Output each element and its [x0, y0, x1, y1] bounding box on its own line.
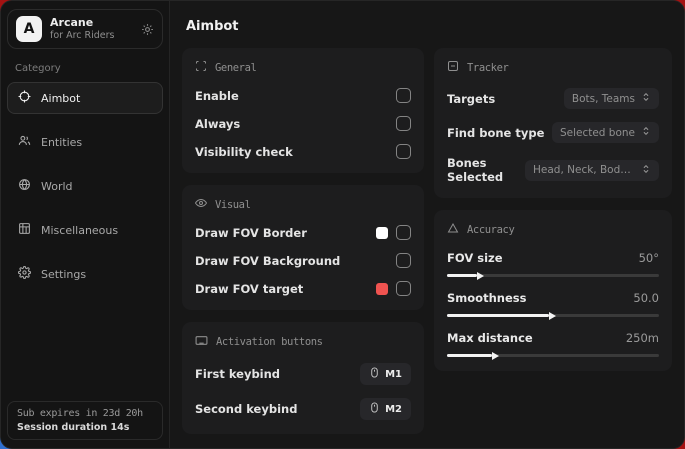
- bones-selected-select[interactable]: Head, Neck, Body, Fe...: [525, 160, 659, 181]
- color-swatch[interactable]: [376, 227, 388, 239]
- always-checkbox[interactable]: [396, 116, 411, 131]
- session-duration-text: Session duration 14s: [17, 422, 153, 433]
- setting-row-max-distance: Max distance 250m: [447, 331, 659, 357]
- brand-text: Arcane for Arc Riders: [50, 16, 133, 42]
- select-value: Head, Neck, Body, Fe...: [533, 164, 635, 176]
- main-content: Aimbot General Enable: [170, 1, 684, 448]
- sidebar-item-aimbot[interactable]: Aimbot: [7, 82, 163, 114]
- keybind-value: M1: [385, 369, 402, 380]
- sub-expiry-text: Sub expires in 23d 20h: [17, 408, 153, 419]
- tracker-card: Tracker Targets Bots, Teams: [434, 48, 672, 198]
- find-bone-type-select[interactable]: Selected bone: [552, 122, 659, 143]
- sidebar-item-label: Settings: [41, 268, 86, 281]
- fov-border-checkbox[interactable]: [396, 225, 411, 240]
- sidebar-item-label: Miscellaneous: [41, 224, 118, 237]
- settings-gear-icon: [18, 266, 31, 282]
- brand-subtitle: for Arc Riders: [50, 30, 133, 42]
- sidebar-item-world[interactable]: World: [7, 170, 163, 202]
- card-title: General: [215, 62, 256, 74]
- targets-select[interactable]: Bots, Teams: [564, 88, 659, 109]
- sidebar: A Arcane for Arc Riders Category Aimbot: [1, 1, 170, 448]
- setting-row-bones-selected: Bones Selected Head, Neck, Body, Fe...: [447, 156, 659, 184]
- category-label: Category: [15, 63, 155, 74]
- visual-card: Visual Draw FOV Border Draw FOV Backgrou…: [182, 185, 424, 310]
- select-value: Bots, Teams: [572, 93, 635, 105]
- sidebar-item-label: Aimbot: [41, 92, 80, 105]
- grid-icon: [18, 222, 31, 238]
- chevrons-up-down-icon: [641, 92, 651, 105]
- keyboard-icon: [195, 334, 208, 350]
- max-distance-slider[interactable]: [447, 354, 659, 357]
- entities-icon: [18, 134, 31, 150]
- chevrons-up-down-icon: [641, 164, 651, 177]
- first-keybind-button[interactable]: M1: [360, 363, 411, 385]
- setting-row-smoothness: Smoothness 50.0: [447, 291, 659, 317]
- frame-minus-icon: [447, 60, 459, 75]
- globe-icon: [18, 178, 31, 194]
- eye-icon: [195, 197, 207, 212]
- chevrons-up-down-icon: [641, 126, 651, 139]
- page-title: Aimbot: [186, 19, 672, 34]
- setting-row-always: Always: [195, 116, 411, 131]
- setting-row-first-keybind: First keybind M1: [195, 363, 411, 385]
- triangle-icon: [447, 222, 459, 237]
- setting-row-fov-border: Draw FOV Border: [195, 225, 411, 240]
- scan-icon: [195, 60, 207, 75]
- visibility-check-checkbox[interactable]: [396, 144, 411, 159]
- accuracy-card: Accuracy FOV size 50° Smoothness: [434, 210, 672, 371]
- smoothness-slider[interactable]: [447, 314, 659, 317]
- card-title: Visual: [215, 199, 251, 211]
- subscription-box: Sub expires in 23d 20h Session duration …: [7, 401, 163, 440]
- activation-card: Activation buttons First keybind M1: [182, 322, 424, 434]
- slider-value: 50°: [639, 251, 659, 265]
- card-title: Tracker: [467, 62, 508, 74]
- mouse-icon: [369, 367, 380, 381]
- sidebar-item-label: World: [41, 180, 73, 193]
- color-swatch[interactable]: [376, 283, 388, 295]
- setting-row-second-keybind: Second keybind M2: [195, 398, 411, 420]
- app-logo: A: [16, 16, 42, 42]
- card-title: Activation buttons: [216, 336, 323, 348]
- slider-value: 50.0: [633, 291, 659, 305]
- brand-card[interactable]: A Arcane for Arc Riders: [7, 9, 163, 49]
- general-card: General Enable Always Visibility check: [182, 48, 424, 173]
- setting-row-fov-size: FOV size 50°: [447, 251, 659, 277]
- mouse-icon: [369, 402, 380, 416]
- setting-row-find-bone-type: Find bone type Selected bone: [447, 122, 659, 143]
- enable-checkbox[interactable]: [396, 88, 411, 103]
- fov-target-checkbox[interactable]: [396, 281, 411, 296]
- fov-size-slider[interactable]: [447, 274, 659, 277]
- card-title: Accuracy: [467, 224, 514, 236]
- second-keybind-button[interactable]: M2: [360, 398, 411, 420]
- sidebar-item-settings[interactable]: Settings: [7, 258, 163, 290]
- app-window: A Arcane for Arc Riders Category Aimbot: [0, 0, 685, 449]
- setting-row-enable: Enable: [195, 88, 411, 103]
- setting-row-fov-background: Draw FOV Background: [195, 253, 411, 268]
- slider-value: 250m: [626, 331, 659, 345]
- keybind-value: M2: [385, 404, 402, 415]
- setting-row-visibility-check: Visibility check: [195, 144, 411, 159]
- sidebar-item-entities[interactable]: Entities: [7, 126, 163, 158]
- sidebar-item-miscellaneous[interactable]: Miscellaneous: [7, 214, 163, 246]
- sidebar-item-label: Entities: [41, 136, 82, 149]
- crosshair-icon: [18, 90, 31, 106]
- fov-background-checkbox[interactable]: [396, 253, 411, 268]
- setting-row-targets: Targets Bots, Teams: [447, 88, 659, 109]
- setting-row-fov-target: Draw FOV target: [195, 281, 411, 296]
- gear-icon[interactable]: [141, 23, 154, 36]
- select-value: Selected bone: [560, 127, 635, 139]
- brand-name: Arcane: [50, 16, 133, 30]
